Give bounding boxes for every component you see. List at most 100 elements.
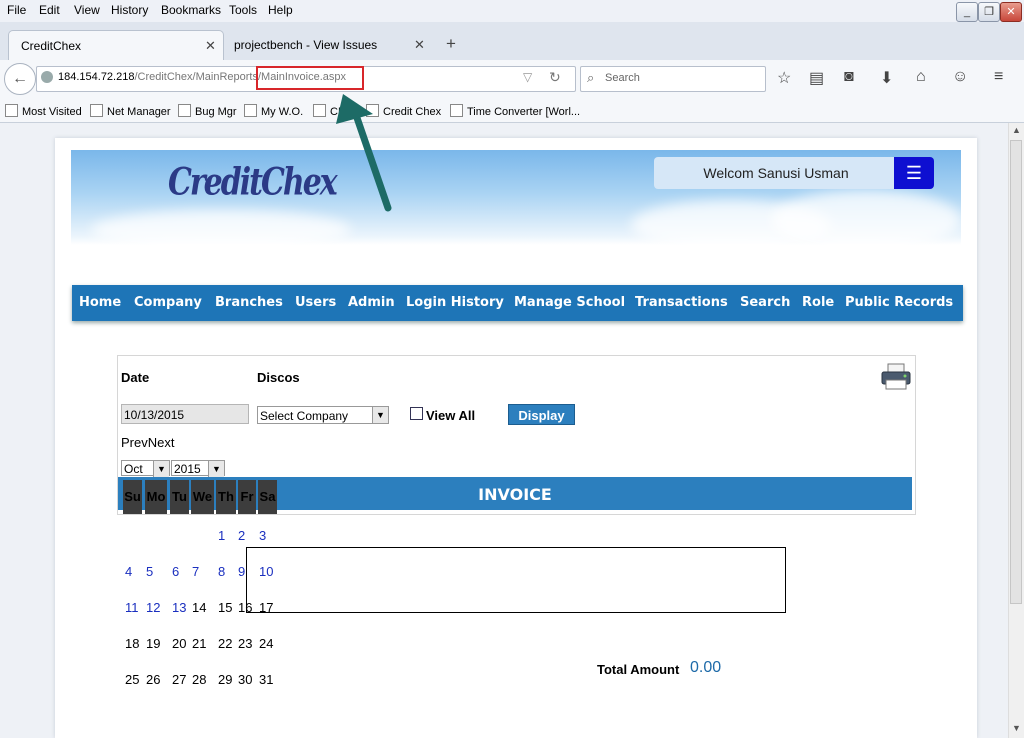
calendar-day: 23 [238, 636, 253, 651]
prev-next-links[interactable]: PrevNext [121, 435, 174, 450]
tab-projectbench[interactable]: projectbench - View Issues ✕ [222, 30, 434, 60]
welcome-message: Welcom Sanusi Usman [654, 157, 898, 189]
bookmark-bug-mgr[interactable]: Bug Mgr [178, 104, 237, 118]
calendar-day[interactable]: 2 [238, 528, 245, 543]
bookmark-most-visited[interactable]: Most Visited [5, 104, 82, 118]
scroll-down-icon[interactable]: ▼ [1012, 723, 1021, 733]
day-header-sa: Sa [258, 480, 277, 514]
menu-help[interactable]: Help [268, 3, 293, 17]
reload-icon[interactable]: ↻ [549, 69, 561, 86]
close-tab-icon[interactable]: ✕ [205, 38, 216, 54]
month-select[interactable]: Oct ▼ [121, 460, 170, 477]
year-select-value: 2015 [174, 462, 201, 476]
scrollbar-thumb[interactable] [1010, 140, 1022, 604]
maximize-button[interactable]: ❐ [978, 2, 1000, 22]
menu-history[interactable]: History [111, 3, 148, 17]
nav-home[interactable]: Home [79, 295, 121, 310]
search-icon: ⌕ [587, 70, 595, 85]
nav-role[interactable]: Role [802, 295, 834, 310]
calendar-day[interactable]: 4 [125, 564, 132, 579]
calendar-day: 28 [192, 672, 207, 687]
calendar-day[interactable]: 7 [192, 564, 199, 579]
bookmark-time-converter[interactable]: Time Converter [Worl... [450, 104, 580, 118]
nav-public-records[interactable]: Public Records [845, 295, 953, 310]
month-select-value: Oct [124, 462, 143, 476]
day-header-tu: Tu [170, 480, 189, 514]
calendar-day: 31 [259, 672, 274, 687]
new-tab-icon[interactable]: + [446, 34, 456, 54]
calendar-day: 24 [259, 636, 274, 651]
minimize-button[interactable]: _ [956, 2, 978, 22]
calendar-day[interactable]: 13 [172, 600, 186, 615]
calendar-day[interactable]: 9 [238, 564, 245, 579]
star-icon[interactable]: ☆ [777, 68, 791, 88]
menu-tools[interactable]: Tools [229, 3, 257, 17]
tab-label: projectbench - View Issues [234, 38, 378, 52]
chevron-down-icon: ▼ [372, 407, 388, 423]
bookmark-icon [5, 104, 18, 117]
printer-icon[interactable] [880, 362, 912, 392]
nav-transactions[interactable]: Transactions [635, 295, 728, 310]
display-button[interactable]: Display [508, 404, 575, 425]
calendar-day[interactable]: 8 [218, 564, 225, 579]
bookmark-icon [90, 104, 103, 117]
creditchex-logo: CreditChex [168, 160, 338, 205]
calendar-day[interactable]: 12 [146, 600, 160, 615]
bookmark-my-wo[interactable]: My W.O. [244, 104, 303, 118]
day-header-th: Th [216, 480, 236, 514]
close-window-button[interactable]: ✕ [1000, 2, 1022, 22]
search-placeholder: Search [605, 72, 640, 84]
nav-branches[interactable]: Branches [215, 295, 283, 310]
day-header-mo: Mo [145, 480, 167, 514]
reading-list-icon[interactable]: ▤ [809, 68, 824, 88]
nav-manage-school[interactable]: Manage School [514, 295, 625, 310]
nav-users[interactable]: Users [295, 295, 336, 310]
date-input[interactable]: 10/13/2015 [121, 404, 249, 424]
discos-label: Discos [257, 370, 300, 385]
search-bar[interactable]: ⌕ Search [580, 66, 766, 92]
scroll-up-icon[interactable]: ▲ [1012, 125, 1021, 135]
nav-search[interactable]: Search [740, 295, 790, 310]
menu-view[interactable]: View [74, 3, 100, 17]
smiley-icon[interactable]: ☺ [952, 68, 968, 86]
day-header-fr: Fr [238, 480, 256, 514]
url-path: /CreditChex/MainReports/ [134, 71, 262, 83]
bookmark-icon [366, 104, 379, 117]
bookmark-cb[interactable]: CB... [313, 104, 354, 118]
download-icon[interactable]: ⬇ [880, 68, 893, 88]
calendar-day[interactable]: 1 [218, 528, 225, 543]
invoice-content-box [246, 547, 786, 613]
pocket-icon[interactable]: ◙ [844, 68, 854, 86]
year-select[interactable]: 2015 ▼ [171, 460, 225, 477]
calendar-day: 18 [125, 636, 140, 651]
close-tab-icon[interactable]: ✕ [414, 37, 425, 53]
calendar-day: 22 [218, 636, 233, 651]
total-amount-value: 0.00 [690, 659, 722, 676]
calendar-day[interactable]: 6 [172, 564, 179, 579]
day-header-su: Su [123, 480, 142, 514]
app-menu-icon[interactable]: ☰ [894, 157, 934, 189]
nav-company[interactable]: Company [134, 295, 202, 310]
tab-creditchex[interactable]: CreditChex ✕ [8, 30, 224, 61]
home-icon[interactable]: ⌂ [916, 68, 926, 86]
hamburger-menu-icon[interactable]: ≡ [994, 68, 1003, 86]
menu-file[interactable]: File [7, 3, 26, 17]
view-all-checkbox[interactable] [410, 407, 423, 420]
nav-admin[interactable]: Admin [348, 295, 395, 310]
bookmark-icon [450, 104, 463, 117]
dropdown-triangle-icon[interactable]: ▽ [523, 70, 532, 84]
bookmark-credit-chex[interactable]: Credit Chex [366, 104, 441, 118]
menu-edit[interactable]: Edit [39, 3, 60, 17]
menu-bookmarks[interactable]: Bookmarks [161, 3, 221, 17]
calendar-day[interactable]: 3 [259, 528, 266, 543]
calendar-day[interactable]: 5 [146, 564, 153, 579]
view-all-label: View All [426, 408, 476, 423]
back-arrow-icon[interactable]: ← [4, 63, 36, 95]
calendar-day: 27 [172, 672, 187, 687]
company-select[interactable]: Select Company ▼ [257, 406, 389, 424]
bookmark-icon [313, 104, 326, 117]
nav-login-history[interactable]: Login History [406, 295, 504, 310]
calendar-day[interactable]: 11 [125, 600, 139, 615]
bookmark-icon [178, 104, 191, 117]
bookmark-net-manager[interactable]: Net Manager [90, 104, 171, 118]
